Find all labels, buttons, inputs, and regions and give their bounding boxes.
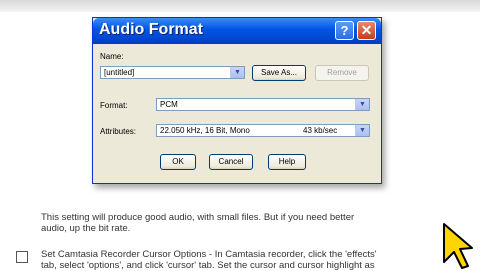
dialog-title: Audio Format xyxy=(99,21,203,38)
attributes-rate: 43 kb/sec xyxy=(303,126,338,135)
attributes-dropdown[interactable]: 22.050 kHz, 16 Bit, Mono 43 kb/sec ▼ xyxy=(156,124,370,137)
help-title-button[interactable]: ? xyxy=(335,21,354,40)
attributes-label: Attributes: xyxy=(100,127,137,136)
format-value: PCM xyxy=(160,100,178,109)
save-as-button[interactable]: Save As... xyxy=(252,65,306,81)
chevron-down-icon[interactable]: ▼ xyxy=(355,99,369,110)
remove-button[interactable]: Remove xyxy=(315,65,369,81)
chevron-down-icon[interactable]: ▼ xyxy=(230,67,244,78)
step-checkbox[interactable] xyxy=(16,251,28,263)
format-label: Format: xyxy=(100,101,128,110)
name-dropdown[interactable]: [untitled] ▼ xyxy=(100,66,245,79)
paragraph-line-1: This setting will produce good audio, wi… xyxy=(41,212,355,223)
name-label: Name: xyxy=(100,52,124,61)
close-button[interactable]: ✕ xyxy=(357,21,376,40)
paragraph-line-2: audio, up the bit rate. xyxy=(41,223,131,234)
name-value: [untitled] xyxy=(104,68,135,77)
cancel-button[interactable]: Cancel xyxy=(209,154,253,170)
chevron-down-icon[interactable]: ▼ xyxy=(355,125,369,136)
ok-button[interactable]: OK xyxy=(160,154,196,170)
attributes-value: 22.050 kHz, 16 Bit, Mono xyxy=(160,126,250,135)
mouse-cursor-icon xyxy=(443,223,473,269)
step-line-2: tab, select 'options', and click 'cursor… xyxy=(41,260,375,271)
audio-format-dialog: Audio Format ? ✕ Name: [untitled] ▼ Save… xyxy=(92,17,382,184)
help-button[interactable]: Help xyxy=(268,154,306,170)
step-line-1: Set Camtasia Recorder Cursor Options - I… xyxy=(41,249,377,260)
window-top-edge xyxy=(0,0,480,12)
dialog-titlebar[interactable]: Audio Format ? ✕ xyxy=(93,18,381,44)
format-dropdown[interactable]: PCM ▼ xyxy=(156,98,370,111)
